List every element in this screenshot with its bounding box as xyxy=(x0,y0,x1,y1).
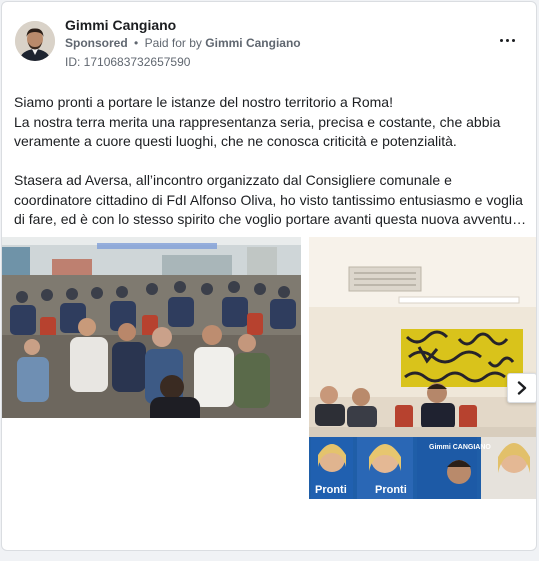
carousel-image-audience[interactable] xyxy=(2,237,301,418)
carousel-image-speakers[interactable]: Pronti Pronti Gimmi CANGIANO xyxy=(309,237,536,499)
audience-photo xyxy=(2,237,301,418)
post-body: Siamo pronti a portare le istanze del no… xyxy=(14,93,528,230)
author-name[interactable]: Gimmi Cangiano xyxy=(65,17,176,33)
body-line: La nostra terra merita una rappresentanz… xyxy=(14,113,501,130)
body-line: coordinatore cittadino di FdI Alfonso Ol… xyxy=(14,191,523,208)
speakers-photo: Pronti Pronti Gimmi CANGIANO xyxy=(309,237,536,499)
ad-id: ID: 1710683732657590 xyxy=(65,55,191,69)
more-options-button[interactable] xyxy=(496,31,518,49)
avatar-portrait xyxy=(15,21,55,61)
body-line: Siamo pronti a portare le istanze del no… xyxy=(14,94,393,110)
poster-brand: Gimmi CANGIANO xyxy=(429,444,491,451)
image-carousel: Pronti Pronti Gimmi CANGIANO xyxy=(2,237,536,499)
body-line: veramente a cuore questi luoghi, che ne … xyxy=(14,133,457,149)
paid-for-name[interactable]: Gimmi Cangiano xyxy=(205,36,300,50)
separator-dot: • xyxy=(134,36,139,50)
body-line: Stasera ad Aversa, all’incontro organizz… xyxy=(14,172,452,188)
poster-slogan: Pronti xyxy=(375,484,407,496)
chevron-right-icon xyxy=(517,381,527,395)
ad-card: Gimmi Cangiano Sponsored • Paid for by G… xyxy=(1,1,537,551)
carousel-next-button[interactable] xyxy=(507,373,536,403)
sponsored-line: Sponsored • Paid for by Gimmi Cangiano xyxy=(65,36,301,50)
paid-for-prefix: Paid for by xyxy=(144,36,202,50)
avatar[interactable] xyxy=(15,21,55,61)
poster-slogan: Pronti xyxy=(315,484,347,496)
more-horizontal-icon xyxy=(498,38,516,42)
body-blank-line xyxy=(14,152,528,172)
body-line-truncated[interactable]: di fare, ed è con lo stesso spirito che … xyxy=(14,210,528,230)
sponsored-label: Sponsored xyxy=(65,36,128,50)
